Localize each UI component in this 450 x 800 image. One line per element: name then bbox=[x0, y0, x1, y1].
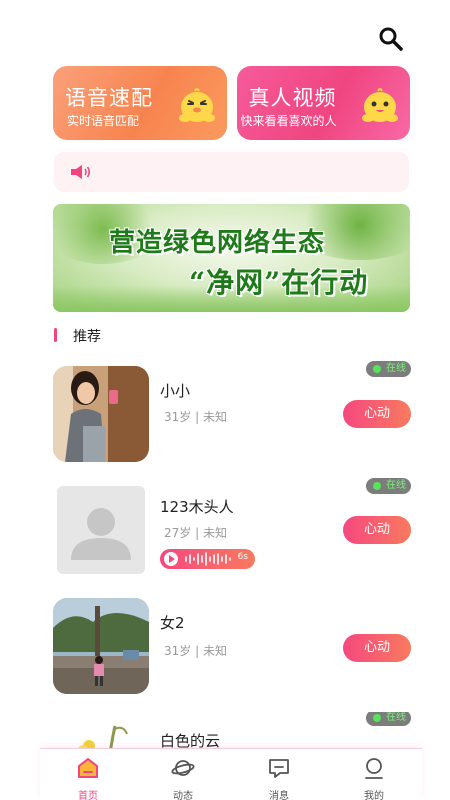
online-dot bbox=[373, 714, 381, 722]
user-card[interactable]: 白色的云 在线 bbox=[0, 712, 450, 748]
like-button[interactable]: 心动 bbox=[343, 400, 411, 428]
user-avatar[interactable] bbox=[53, 366, 149, 462]
online-badge: 在线 bbox=[366, 361, 411, 377]
like-button[interactable]: 心动 bbox=[343, 634, 411, 662]
user-card[interactable]: 小小 31岁 | 未知 在线 心动 bbox=[0, 361, 450, 462]
user-avatar[interactable] bbox=[57, 486, 145, 574]
tab-moments[interactable]: 动态 bbox=[150, 749, 216, 800]
tab-messages[interactable]: 消息 bbox=[246, 749, 312, 800]
photo-park bbox=[53, 598, 149, 694]
play-icon bbox=[164, 552, 178, 566]
online-badge: 在线 bbox=[366, 478, 411, 494]
online-badge: 在线 bbox=[366, 712, 411, 726]
online-dot bbox=[373, 365, 381, 373]
like-button[interactable]: 心动 bbox=[343, 516, 411, 544]
user-name: 白色的云 bbox=[160, 732, 221, 748]
banner-line-2: “净网”在行动 bbox=[189, 266, 369, 299]
notice-bar[interactable] bbox=[54, 152, 409, 192]
tab-profile[interactable]: 我的 bbox=[341, 749, 407, 800]
green-web-banner[interactable]: 营造绿色网络生态 “净网”在行动 bbox=[53, 204, 410, 312]
user-name: 女2 bbox=[160, 614, 185, 632]
voice-intro-chip[interactable]: 6s bbox=[160, 549, 255, 569]
user-meta: 31岁 | 未知 bbox=[164, 644, 227, 658]
real-video-title: 真人视频 bbox=[248, 86, 337, 110]
user-card[interactable]: 女2 31岁 | 未知 心动 bbox=[0, 596, 450, 696]
online-label: 在线 bbox=[386, 712, 406, 723]
speaker-icon bbox=[71, 165, 91, 179]
quick-cards: 语音速配 实时语音匹配 真人视频 快来看看喜欢的人 bbox=[53, 66, 410, 140]
home-icon bbox=[78, 758, 98, 778]
voice-duration: 6s bbox=[237, 552, 248, 562]
voice-match-subtitle: 实时语音匹配 bbox=[67, 114, 140, 128]
planet-icon bbox=[171, 760, 195, 776]
user-meta: 27岁 | 未知 bbox=[164, 526, 227, 540]
banner-line-1: 营造绿色网络生态 bbox=[109, 228, 326, 258]
real-video-subtitle: 快来看看喜欢的人 bbox=[240, 114, 337, 128]
user-name: 小小 bbox=[160, 382, 191, 400]
tab-label: 我的 bbox=[364, 791, 384, 800]
user-meta: 31岁 | 未知 bbox=[164, 410, 227, 424]
section-accent-bar bbox=[54, 328, 57, 342]
photo-girl-mirror bbox=[53, 366, 149, 462]
chick-mascot-icon bbox=[362, 88, 398, 122]
user-avatar[interactable] bbox=[53, 598, 149, 694]
online-label: 在线 bbox=[386, 480, 406, 491]
search-icon[interactable] bbox=[378, 26, 404, 52]
online-dot bbox=[373, 482, 381, 490]
tab-label: 消息 bbox=[269, 791, 289, 800]
message-icon bbox=[269, 759, 289, 778]
user-name: 123木头人 bbox=[160, 498, 234, 516]
top-bar bbox=[0, 0, 450, 60]
tab-label: 首页 bbox=[78, 791, 98, 800]
waveform-icon bbox=[185, 552, 231, 566]
profile-icon bbox=[365, 758, 383, 779]
voice-match-title: 语音速配 bbox=[65, 86, 153, 110]
tab-label: 动态 bbox=[173, 791, 193, 800]
user-avatar[interactable] bbox=[53, 716, 149, 748]
section-title: 推荐 bbox=[73, 329, 101, 345]
tab-home[interactable]: 首页 bbox=[55, 749, 121, 800]
photo-plant bbox=[78, 725, 128, 748]
real-video-card[interactable]: 真人视频 快来看看喜欢的人 bbox=[236, 66, 410, 140]
user-card[interactable]: 123木头人 27岁 | 未知 6s 在线 心动 bbox=[0, 478, 450, 578]
bottom-tab-bar: 首页 动态 消息 我的 bbox=[40, 748, 422, 800]
voice-match-card[interactable]: 语音速配 实时语音匹配 bbox=[53, 66, 227, 140]
online-label: 在线 bbox=[386, 363, 406, 374]
default-person-icon bbox=[71, 508, 131, 560]
chick-mascot-icon bbox=[178, 88, 215, 122]
